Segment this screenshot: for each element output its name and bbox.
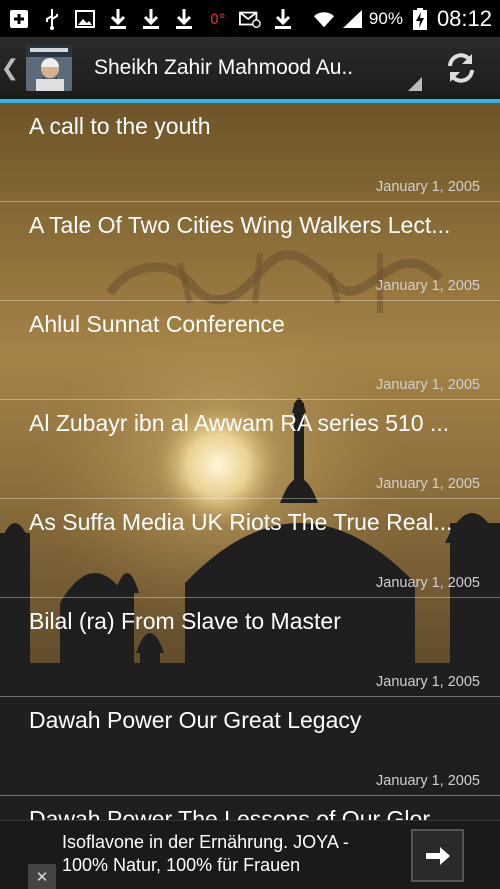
lecture-date: January 1, 2005 bbox=[376, 773, 480, 789]
ad-close-button[interactable]: ✕ bbox=[28, 864, 56, 889]
ad-text: Isoflavone in der Ernährung. JOYA - 100%… bbox=[62, 832, 349, 875]
lecture-title: Ahlul Sunnat Conference bbox=[29, 311, 285, 337]
usb-icon bbox=[41, 8, 63, 30]
lecture-date: January 1, 2005 bbox=[376, 674, 480, 690]
lecture-date: January 1, 2005 bbox=[376, 179, 480, 195]
svg-text:0°: 0° bbox=[210, 12, 226, 28]
lecture-title: A call to the youth bbox=[29, 113, 211, 139]
download-icon bbox=[140, 8, 162, 30]
list-item[interactable]: Al Zubayr ibn al Awwam RA series 510 ...… bbox=[0, 400, 500, 499]
list-item[interactable]: A call to the youth January 1, 2005 bbox=[0, 103, 500, 202]
status-bar: 0° 90% 08:12 bbox=[0, 0, 500, 37]
list-item[interactable]: As Suffa Media UK Riots The True Real...… bbox=[0, 499, 500, 598]
list-item[interactable]: Ahlul Sunnat Conference January 1, 2005 bbox=[0, 301, 500, 400]
refresh-button[interactable] bbox=[422, 37, 500, 99]
list-item[interactable]: Dawah Power Our Great Legacy January 1, … bbox=[0, 697, 500, 796]
arrow-right-icon bbox=[425, 846, 450, 865]
ad-banner[interactable]: Isoflavone in der Ernährung. JOYA - 100%… bbox=[0, 820, 500, 889]
signal-icon bbox=[341, 8, 363, 30]
lecture-date: January 1, 2005 bbox=[376, 278, 480, 294]
mail-muted-icon bbox=[239, 8, 261, 30]
download-icon bbox=[107, 8, 129, 30]
lecture-title: Al Zubayr ibn al Awwam RA series 510 ... bbox=[29, 410, 450, 436]
download-icon bbox=[173, 8, 195, 30]
lecture-title: Dawah Power Our Great Legacy bbox=[29, 707, 362, 733]
list-item[interactable]: A Tale Of Two Cities Wing Walkers Lect..… bbox=[0, 202, 500, 301]
battery-charging-icon bbox=[409, 7, 431, 30]
action-bar: ❮ Sheikh Zahir Mahmood Au.. bbox=[0, 37, 500, 99]
battery-percent: 90% bbox=[368, 8, 403, 28]
list-item[interactable]: Bilal (ra) From Slave to Master January … bbox=[0, 598, 500, 697]
add-box-icon bbox=[8, 8, 30, 30]
image-icon bbox=[74, 8, 96, 30]
back-caret-icon[interactable]: ❮ bbox=[0, 37, 20, 99]
lecture-title: Dawah Power The Lessons of Our Glor... bbox=[29, 806, 448, 820]
lecture-list: A call to the youth January 1, 2005 A Ta… bbox=[0, 103, 500, 820]
title-spinner[interactable]: Sheikh Zahir Mahmood Au.. bbox=[72, 37, 422, 99]
list-item[interactable]: Dawah Power The Lessons of Our Glor... bbox=[0, 796, 500, 820]
thermometer-icon: 0° bbox=[206, 8, 228, 30]
lecture-title: As Suffa Media UK Riots The True Real... bbox=[29, 509, 453, 535]
refresh-icon bbox=[448, 53, 474, 83]
lecture-list-area[interactable]: A call to the youth January 1, 2005 A Ta… bbox=[0, 103, 500, 820]
lecture-title: Bilal (ra) From Slave to Master bbox=[29, 608, 341, 634]
lecture-title: A Tale Of Two Cities Wing Walkers Lect..… bbox=[29, 212, 451, 238]
download-icon bbox=[272, 8, 294, 30]
clock: 08:12 bbox=[436, 5, 492, 31]
wifi-icon bbox=[313, 8, 335, 30]
spinner-indicator-icon bbox=[408, 77, 422, 91]
sheikh-avatar-icon[interactable] bbox=[26, 45, 72, 91]
lecture-date: January 1, 2005 bbox=[376, 575, 480, 591]
lecture-date: January 1, 2005 bbox=[376, 476, 480, 492]
ad-open-button[interactable] bbox=[411, 829, 464, 882]
page-title: Sheikh Zahir Mahmood Au.. bbox=[94, 56, 354, 79]
lecture-date: January 1, 2005 bbox=[376, 377, 480, 393]
